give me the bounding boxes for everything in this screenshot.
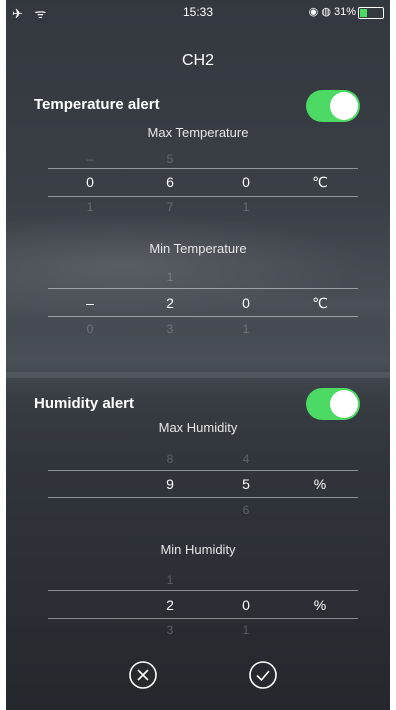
picker-line <box>48 196 358 197</box>
humidity-alert-label: Humidity alert <box>34 395 135 412</box>
min-humidity-title: Min Humidity <box>160 542 236 557</box>
page-title: CH2 <box>181 52 214 69</box>
battery-icon <box>358 7 384 19</box>
picker-row-below: 3 1 <box>166 623 250 637</box>
min-temperature-title: Min Temperature <box>149 241 247 256</box>
circle-check-icon <box>249 661 277 689</box>
picker-row-selected: 0 6 0 ℃ <box>86 174 328 190</box>
unit-label: ℃ <box>312 174 328 190</box>
picker-row-below: 1 7 1 <box>86 200 250 214</box>
circle-x-icon <box>129 661 157 689</box>
picker-line <box>48 497 358 498</box>
picker-row-above: – 5 <box>86 152 174 166</box>
unit-label: % <box>313 476 327 492</box>
unit-label: ℃ <box>312 295 328 311</box>
screen: ✈ ᯤ 15:33 ◉ ◍ 31% CH2 Temperature alert … <box>6 0 390 710</box>
unit-label: % <box>313 597 327 613</box>
picker-line <box>48 590 358 591</box>
picker-row-above: 8 4 <box>166 452 250 466</box>
picker-row-below: 0 3 1 <box>86 322 250 336</box>
picker-line <box>48 618 358 619</box>
picker-line <box>48 288 358 289</box>
status-icons-right: ◉ ◍ 31% <box>308 6 356 18</box>
toggle-knob <box>330 92 358 120</box>
section-divider-band <box>6 372 390 378</box>
humidity-alert-toggle[interactable] <box>306 388 360 420</box>
cancel-button[interactable] <box>128 660 158 690</box>
picker-row-below: 6 <box>242 503 250 517</box>
picker-row-selected: – 2 0 ℃ <box>86 295 328 311</box>
picker-row-above: 1 <box>166 270 174 284</box>
picker-line <box>48 168 358 169</box>
temperature-alert-label: Temperature alert <box>34 96 160 113</box>
confirm-button[interactable] <box>248 660 278 690</box>
picker-row-selected: 9 5 % <box>166 476 327 492</box>
picker-line <box>48 470 358 471</box>
max-temperature-title: Max Temperature <box>147 125 249 140</box>
status-bar: ✈ ᯤ 15:33 ◉ ◍ 31% <box>6 0 390 22</box>
picker-row-selected: 2 0 % <box>166 597 327 613</box>
temperature-alert-toggle[interactable] <box>306 90 360 122</box>
max-humidity-title: Max Humidity <box>158 420 238 435</box>
picker-line <box>48 316 358 317</box>
toggle-knob <box>330 390 358 418</box>
